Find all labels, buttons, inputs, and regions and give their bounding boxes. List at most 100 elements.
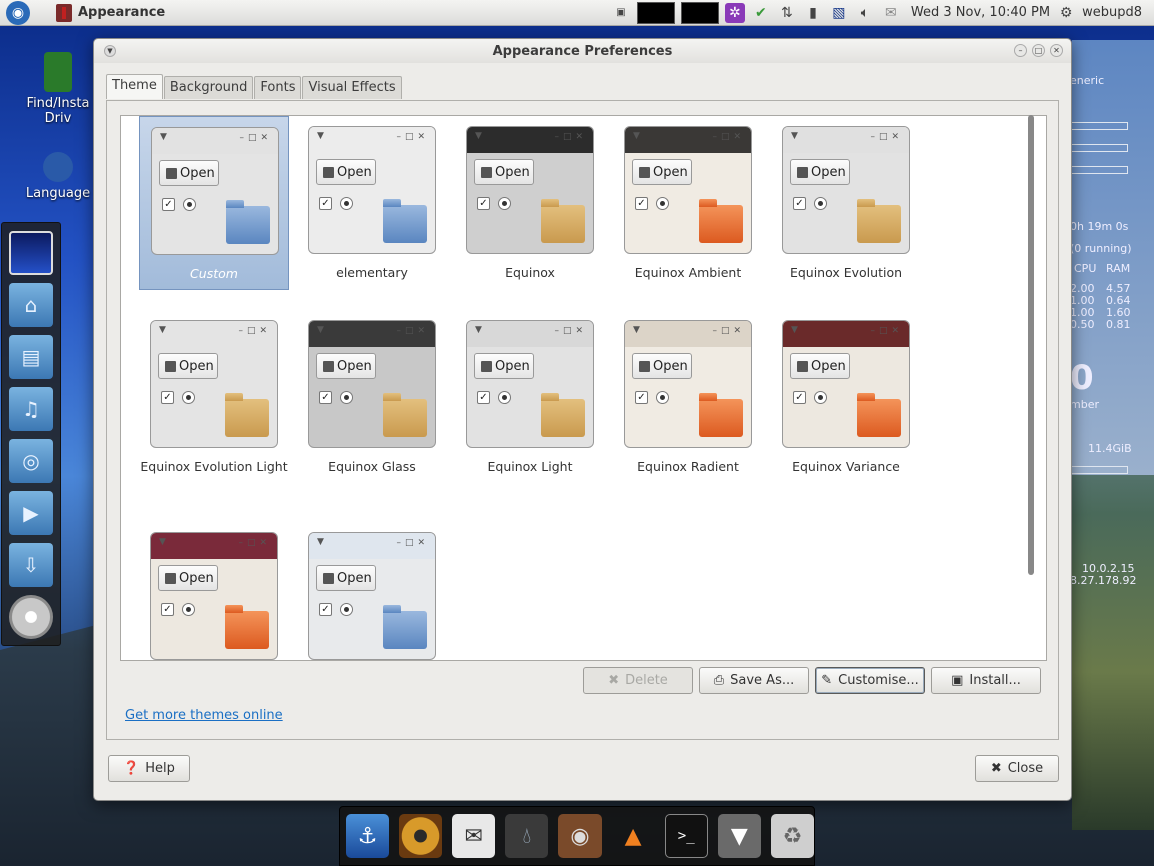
- preview-checkbox: ✓: [477, 197, 490, 210]
- save-as-button[interactable]: ⎙ Save As...: [699, 667, 809, 694]
- delete-button[interactable]: ✖ Delete: [583, 667, 693, 694]
- help-button[interactable]: ❓ Help: [108, 755, 190, 782]
- theme-name: Equinox Evolution: [789, 265, 903, 280]
- preview-menu-icon: ▼: [317, 325, 324, 335]
- open-icon: [323, 166, 334, 178]
- theme-item[interactable]: ▼ –□✕ Open ✓ Equinox Evolution Light: [139, 310, 289, 484]
- help-icon: ❓: [123, 761, 140, 776]
- desktop-icon-find-install-drivers[interactable]: Find/Insta Driv: [18, 52, 98, 126]
- dock-downloads-folder-icon[interactable]: ⇩: [9, 543, 53, 587]
- terminal-indicator-icon[interactable]: ▣: [611, 3, 631, 23]
- theme-item[interactable]: ▼ –□✕ Open ✓: [139, 522, 289, 660]
- dock-suit-icon[interactable]: ▼: [717, 814, 761, 858]
- conky-running: (0 running): [1070, 242, 1132, 255]
- preview-titlebar: ▼ –□✕: [625, 127, 751, 153]
- preview-radio: [183, 198, 196, 211]
- preview-checkbox: ✓: [477, 391, 490, 404]
- preview-open-button: Open: [158, 565, 218, 591]
- dock-drop-icon[interactable]: 💧︎: [505, 814, 549, 858]
- tab-background[interactable]: Background: [163, 76, 254, 99]
- network-icon[interactable]: ⇅: [777, 3, 797, 23]
- get-more-themes-link[interactable]: Get more themes online: [125, 708, 283, 723]
- dock-speaker-icon[interactable]: ◉: [558, 814, 602, 858]
- theme-preview: ▼ –□✕ Open ✓: [150, 320, 278, 448]
- theme-preview: ▼ –□✕ Open ✓: [466, 126, 594, 254]
- theme-tab-panel: ▼ –□✕ Open ✓ Custom ▼ –□✕ Open ✓ elementary ▼ –□✕ Op…: [106, 100, 1059, 740]
- dock-mail-stamp-icon[interactable]: ✉: [452, 814, 496, 858]
- preview-open-button: Open: [159, 160, 219, 186]
- user-icon[interactable]: ⚙: [1056, 3, 1076, 23]
- theme-item[interactable]: ▼ –□✕ Open ✓ Equinox Ambient: [613, 116, 763, 290]
- theme-name: Equinox Evolution Light: [140, 459, 288, 474]
- mail-icon[interactable]: ✉: [881, 3, 901, 23]
- delete-icon: ✖: [608, 673, 620, 688]
- preview-radio: [340, 197, 353, 210]
- preview-titlebar: ▼ –□✕: [309, 321, 435, 347]
- theme-item[interactable]: ▼ –□✕ Open ✓ Equinox Variance: [771, 310, 921, 484]
- dock-camera-folder-icon[interactable]: ◎: [9, 439, 53, 483]
- dock-monitor-icon[interactable]: [9, 231, 53, 275]
- preview-menu-icon: ▼: [633, 131, 640, 141]
- conky-public-ip: 8.27.178.92: [1070, 574, 1137, 587]
- theme-item[interactable]: ▼ –□✕ Open ✓: [297, 522, 447, 660]
- dock-cd-drive-icon[interactable]: [9, 595, 53, 639]
- theme-item[interactable]: ▼ –□✕ Open ✓ Equinox Radient: [613, 310, 763, 484]
- preview-menu-icon: ▼: [159, 325, 166, 335]
- open-icon: [639, 360, 650, 372]
- dock-terminal-icon[interactable]: >_: [664, 814, 708, 858]
- tab-theme[interactable]: Theme: [106, 74, 163, 99]
- dock-vlc-cone-icon[interactable]: ▲: [612, 814, 655, 858]
- theme-preview: ▼ –□✕ Open ✓: [308, 126, 436, 254]
- theme-name: elementary: [336, 265, 408, 280]
- save-as-icon: ⎙: [713, 673, 725, 688]
- user-name[interactable]: webupd8: [1082, 5, 1142, 20]
- maximize-icon[interactable]: □: [1032, 44, 1045, 57]
- theme-item[interactable]: ▼ –□✕ Open ✓ elementary: [297, 116, 447, 290]
- preview-window-controls-icon: –□✕: [396, 132, 429, 142]
- settings-indicator-icon[interactable]: ✲: [724, 2, 745, 23]
- preview-open-button: Open: [790, 159, 850, 185]
- dock-eye-icon[interactable]: [399, 814, 443, 858]
- close-button[interactable]: ✖ Close: [975, 755, 1059, 782]
- customise-button[interactable]: ✎ Customise...: [815, 667, 925, 694]
- open-icon: [166, 167, 177, 179]
- theme-grid-scrollbar[interactable]: [1028, 115, 1034, 575]
- conky-month: mber: [1070, 398, 1099, 411]
- clock[interactable]: Wed 3 Nov, 10:40 PM: [911, 5, 1050, 20]
- preview-window-controls-icon: –□✕: [238, 326, 271, 336]
- dock-video-folder-icon[interactable]: ▶: [9, 491, 53, 535]
- volume-icon[interactable]: 🔈︎: [855, 3, 875, 23]
- tab-visual-effects[interactable]: Visual Effects: [302, 76, 402, 99]
- window-menu-icon[interactable]: ▼: [104, 45, 116, 57]
- tab-fonts[interactable]: Fonts: [254, 76, 302, 99]
- preview-titlebar: ▼ –□✕: [625, 321, 751, 347]
- dock-anchor-icon[interactable]: ⚓: [346, 814, 390, 858]
- theme-item[interactable]: ▼ –□✕ Open ✓ Equinox: [455, 116, 605, 290]
- dock-documents-folder-icon[interactable]: ▤: [9, 335, 53, 379]
- install-button[interactable]: ▣ Install...: [931, 667, 1041, 694]
- desktop-icon-language[interactable]: Language: [18, 152, 98, 201]
- active-app-title[interactable]: Appearance: [78, 5, 165, 20]
- theme-item[interactable]: ▼ –□✕ Open ✓ Custom: [139, 116, 289, 290]
- theme-item[interactable]: ▼ –□✕ Open ✓ Equinox Glass: [297, 310, 447, 484]
- preview-radio: [498, 197, 511, 210]
- system-monitor-graph-2[interactable]: [680, 1, 719, 24]
- conky-bar: [1070, 166, 1128, 174]
- display-indicator-icon[interactable]: ▧: [829, 3, 849, 23]
- close-icon[interactable]: ✕: [1050, 44, 1063, 57]
- update-check-icon[interactable]: ✔: [751, 3, 771, 23]
- dock-trash-icon[interactable]: ♻: [770, 814, 815, 858]
- theme-item[interactable]: ▼ –□✕ Open ✓ Equinox Evolution: [771, 116, 921, 290]
- window-titlebar[interactable]: ▼ Appearance Preferences – □ ✕: [94, 39, 1071, 63]
- theme-item[interactable]: ▼ –□✕ Open ✓ Equinox Light: [455, 310, 605, 484]
- preview-window-controls-icon: –□✕: [554, 326, 587, 336]
- system-monitor-graph[interactable]: [636, 1, 675, 24]
- ubuntu-menu-icon[interactable]: ◉: [6, 0, 30, 25]
- bottom-dock: ⚓ ✉ 💧︎ ◉ ▲ >_ ▼ ♻: [339, 806, 815, 866]
- dock-music-folder-icon[interactable]: ♫: [9, 387, 53, 431]
- folder-icon: [699, 199, 743, 243]
- minimize-icon[interactable]: –: [1014, 44, 1027, 57]
- clipboard-icon[interactable]: ▮: [803, 3, 823, 23]
- dock-home-folder-icon[interactable]: ⌂: [9, 283, 53, 327]
- window-title: Appearance Preferences: [492, 43, 673, 59]
